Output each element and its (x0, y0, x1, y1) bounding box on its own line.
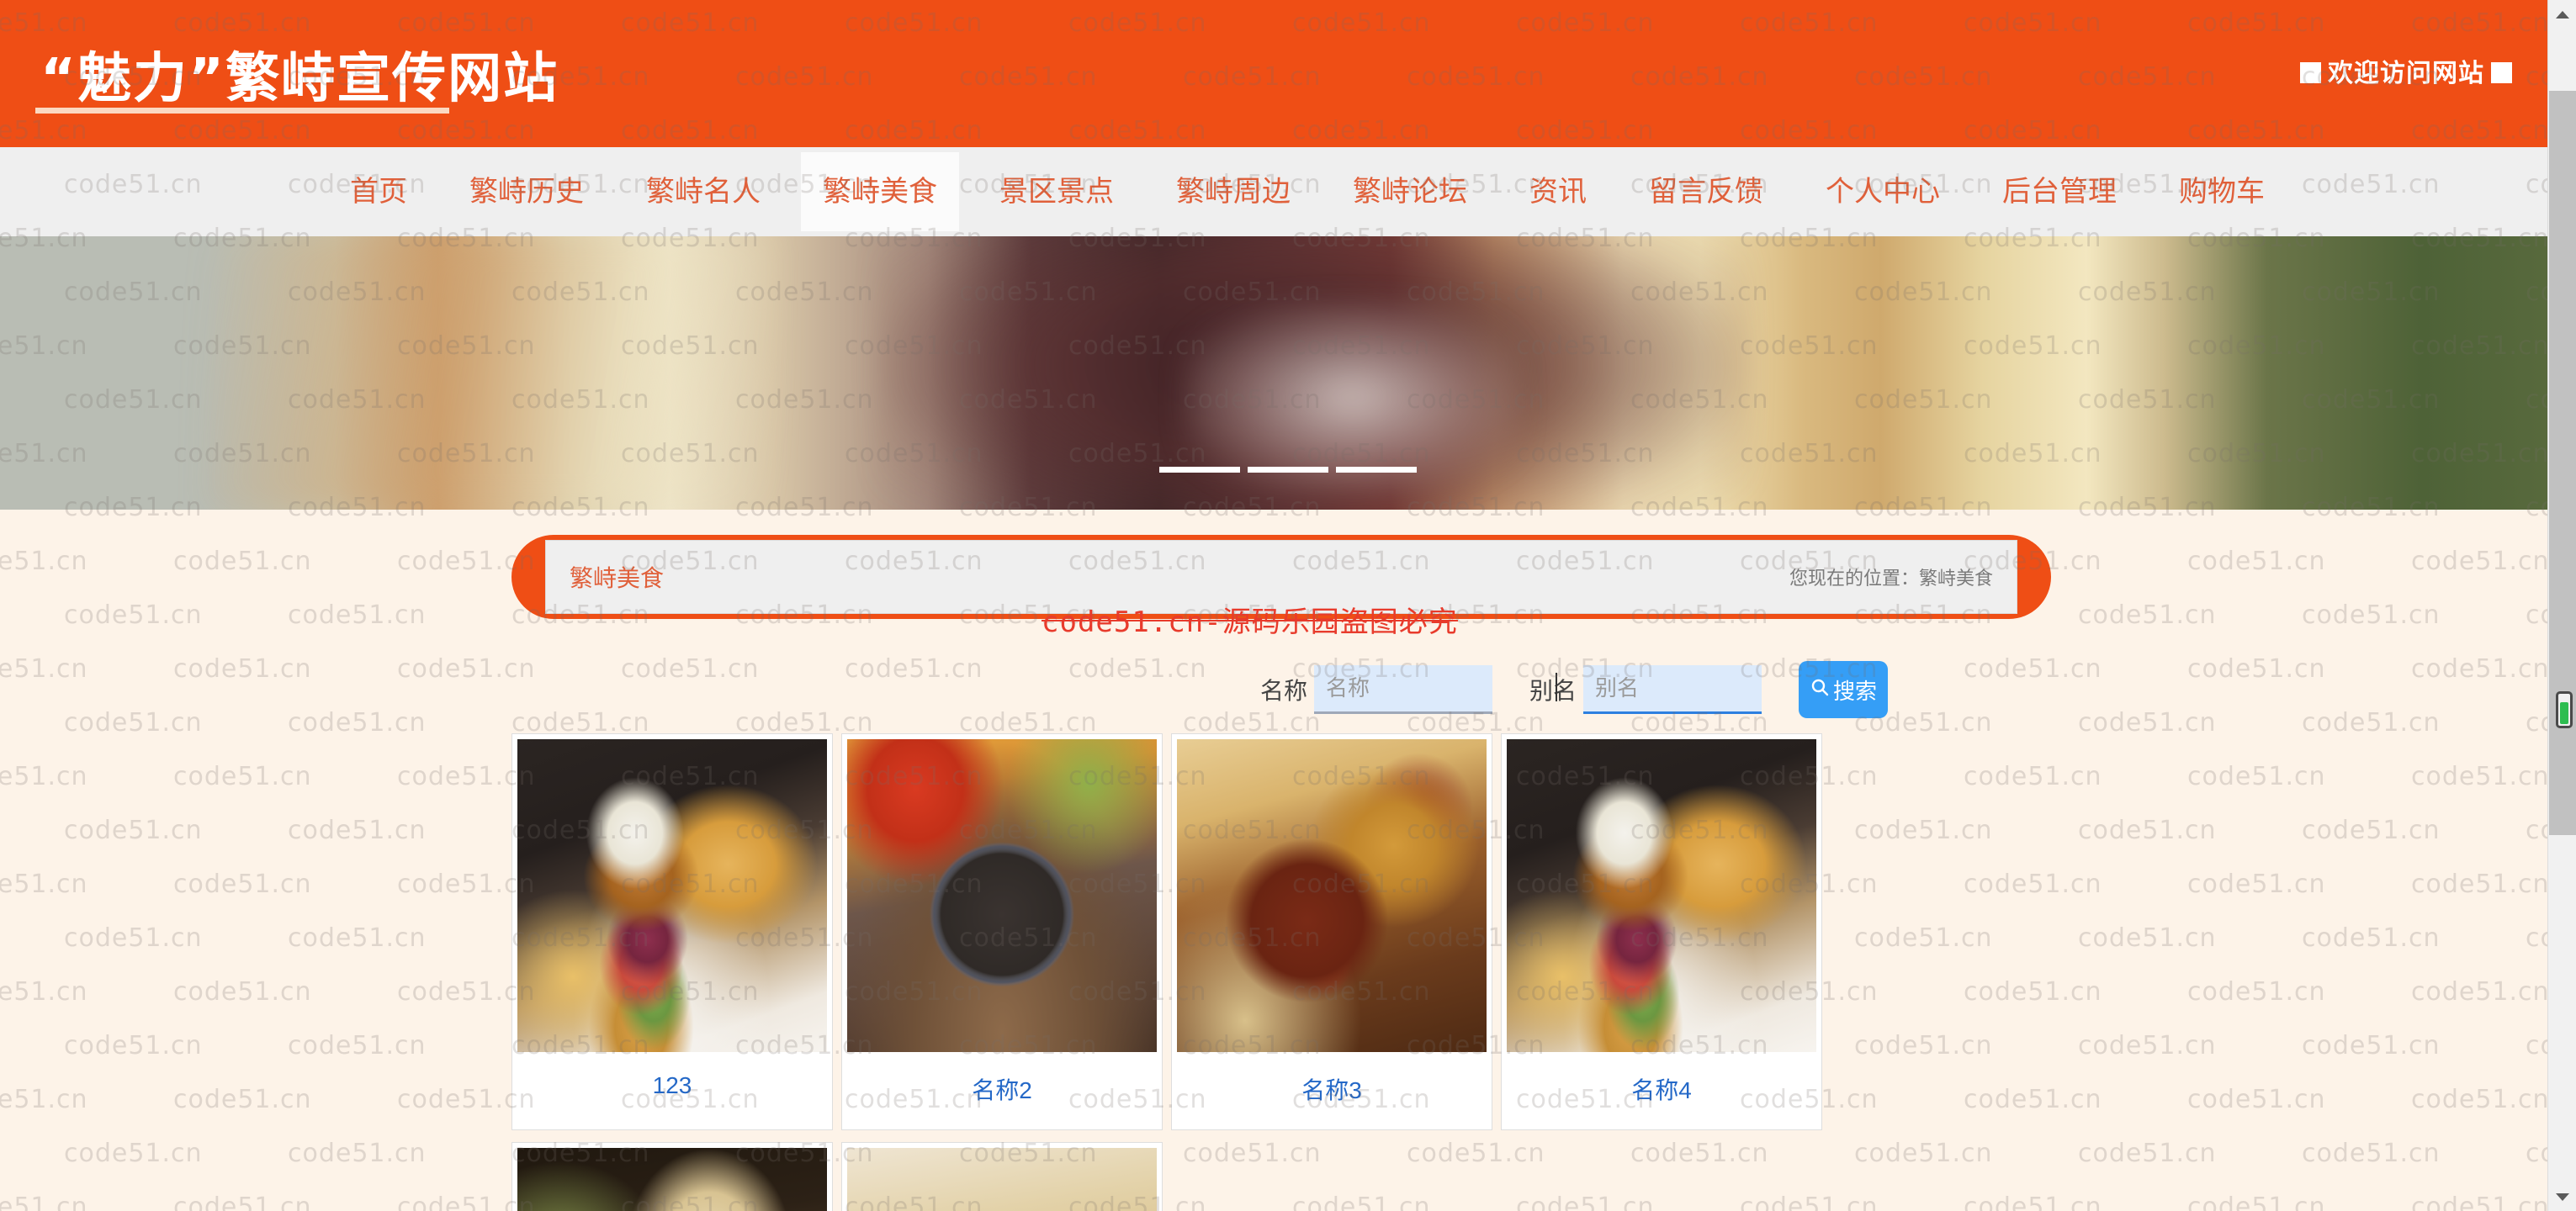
nav-item-0[interactable]: 首页 (328, 152, 429, 231)
carousel-indicator-2[interactable] (1336, 467, 1417, 473)
welcome-left-square-icon (2300, 62, 2321, 83)
nav-item-5[interactable]: 繁峙周边 (1154, 152, 1312, 231)
food-card[interactable] (511, 1142, 833, 1211)
nav-item-6[interactable]: 繁峙论坛 (1331, 152, 1489, 231)
welcome-banner: 欢迎访问网站 (2293, 52, 2519, 89)
search-icon (1810, 677, 1830, 703)
nav-item-11[interactable]: 购物车 (2157, 152, 2287, 231)
banner-blur-highlight (1185, 302, 1520, 494)
title-underline (35, 108, 449, 114)
food-card-title: 123 (652, 1072, 692, 1098)
food-card-image[interactable] (847, 1148, 1157, 1211)
nav-item-9[interactable]: 个人中心 (1804, 152, 1962, 231)
nav-item-7[interactable]: 资讯 (1508, 152, 1609, 231)
breadcrumb: 繁峙美食 您现在的位置：繁峙美食 (511, 535, 2051, 619)
scroll-down-arrow-icon[interactable] (2548, 1182, 2576, 1211)
banner-blur-left (205, 236, 773, 510)
scroll-up-arrow-icon[interactable] (2548, 0, 2576, 29)
welcome-right-square-icon (2491, 62, 2512, 83)
nav-item-2[interactable]: 繁峙名人 (624, 152, 782, 231)
main-navigation: 首页 繁峙历史 繁峙名人 繁峙美食 景区景点 繁峙周边 繁峙论坛 资讯 留言反馈 个人中心 后台管理… (0, 147, 2576, 236)
food-card-grid: 123 名称2 名称3 名称4 (511, 733, 2051, 1211)
food-card[interactable]: 名称4 (1501, 733, 1822, 1130)
nav-item-10[interactable]: 后台管理 (1980, 152, 2139, 231)
page-title: “魅力”繁峙宣传网站 (40, 48, 559, 110)
food-card[interactable]: 123 (511, 733, 833, 1130)
carousel-indicator-0[interactable] (1159, 467, 1240, 473)
welcome-label: 欢迎访问网站 (2328, 60, 2484, 87)
food-card-title: 名称4 (1631, 1077, 1692, 1103)
search-toolbar: 名称 别名 搜索 (0, 656, 2576, 723)
food-card-title: 名称3 (1301, 1077, 1362, 1103)
food-card-image[interactable] (847, 739, 1157, 1052)
food-card[interactable] (841, 1142, 1163, 1211)
food-card-image[interactable] (517, 1148, 827, 1211)
nav-item-8[interactable]: 留言反馈 (1627, 152, 1785, 231)
food-card-image[interactable] (1177, 739, 1487, 1052)
site-header: “魅力”繁峙宣传网站 欢迎访问网站 (0, 0, 2576, 147)
food-card-image[interactable] (1507, 739, 1816, 1052)
nav-item-1[interactable]: 繁峙历史 (448, 152, 606, 231)
scroll-position-marker-icon (2556, 691, 2573, 728)
food-card[interactable]: 名称2 (841, 733, 1163, 1130)
food-card-image[interactable] (517, 739, 827, 1052)
food-card[interactable]: 名称3 (1171, 733, 1492, 1130)
carousel-indicators (1159, 467, 1417, 473)
food-card-title: 名称2 (972, 1077, 1032, 1103)
search-alias-input[interactable] (1583, 665, 1762, 714)
search-button-label: 搜索 (1832, 678, 1877, 704)
nav-item-4[interactable]: 景区景点 (978, 152, 1136, 231)
alias-field-label: 别名 (1529, 678, 1577, 704)
breadcrumb-path: 您现在的位置：繁峙美食 (1789, 568, 1993, 589)
search-name-input[interactable] (1313, 665, 1492, 714)
carousel-indicator-1[interactable] (1248, 467, 1328, 473)
nav-item-3[interactable]: 繁峙美食 (801, 152, 959, 231)
vertical-scrollbar[interactable] (2547, 0, 2576, 1211)
name-field-label: 名称 (1259, 678, 1307, 704)
breadcrumb-inner: 繁峙美食 您现在的位置：繁峙美食 (545, 540, 2017, 614)
hero-banner-carousel[interactable] (0, 236, 2576, 510)
search-button[interactable]: 搜索 (1799, 661, 1888, 718)
breadcrumb-section-title: 繁峙美食 (570, 565, 665, 591)
